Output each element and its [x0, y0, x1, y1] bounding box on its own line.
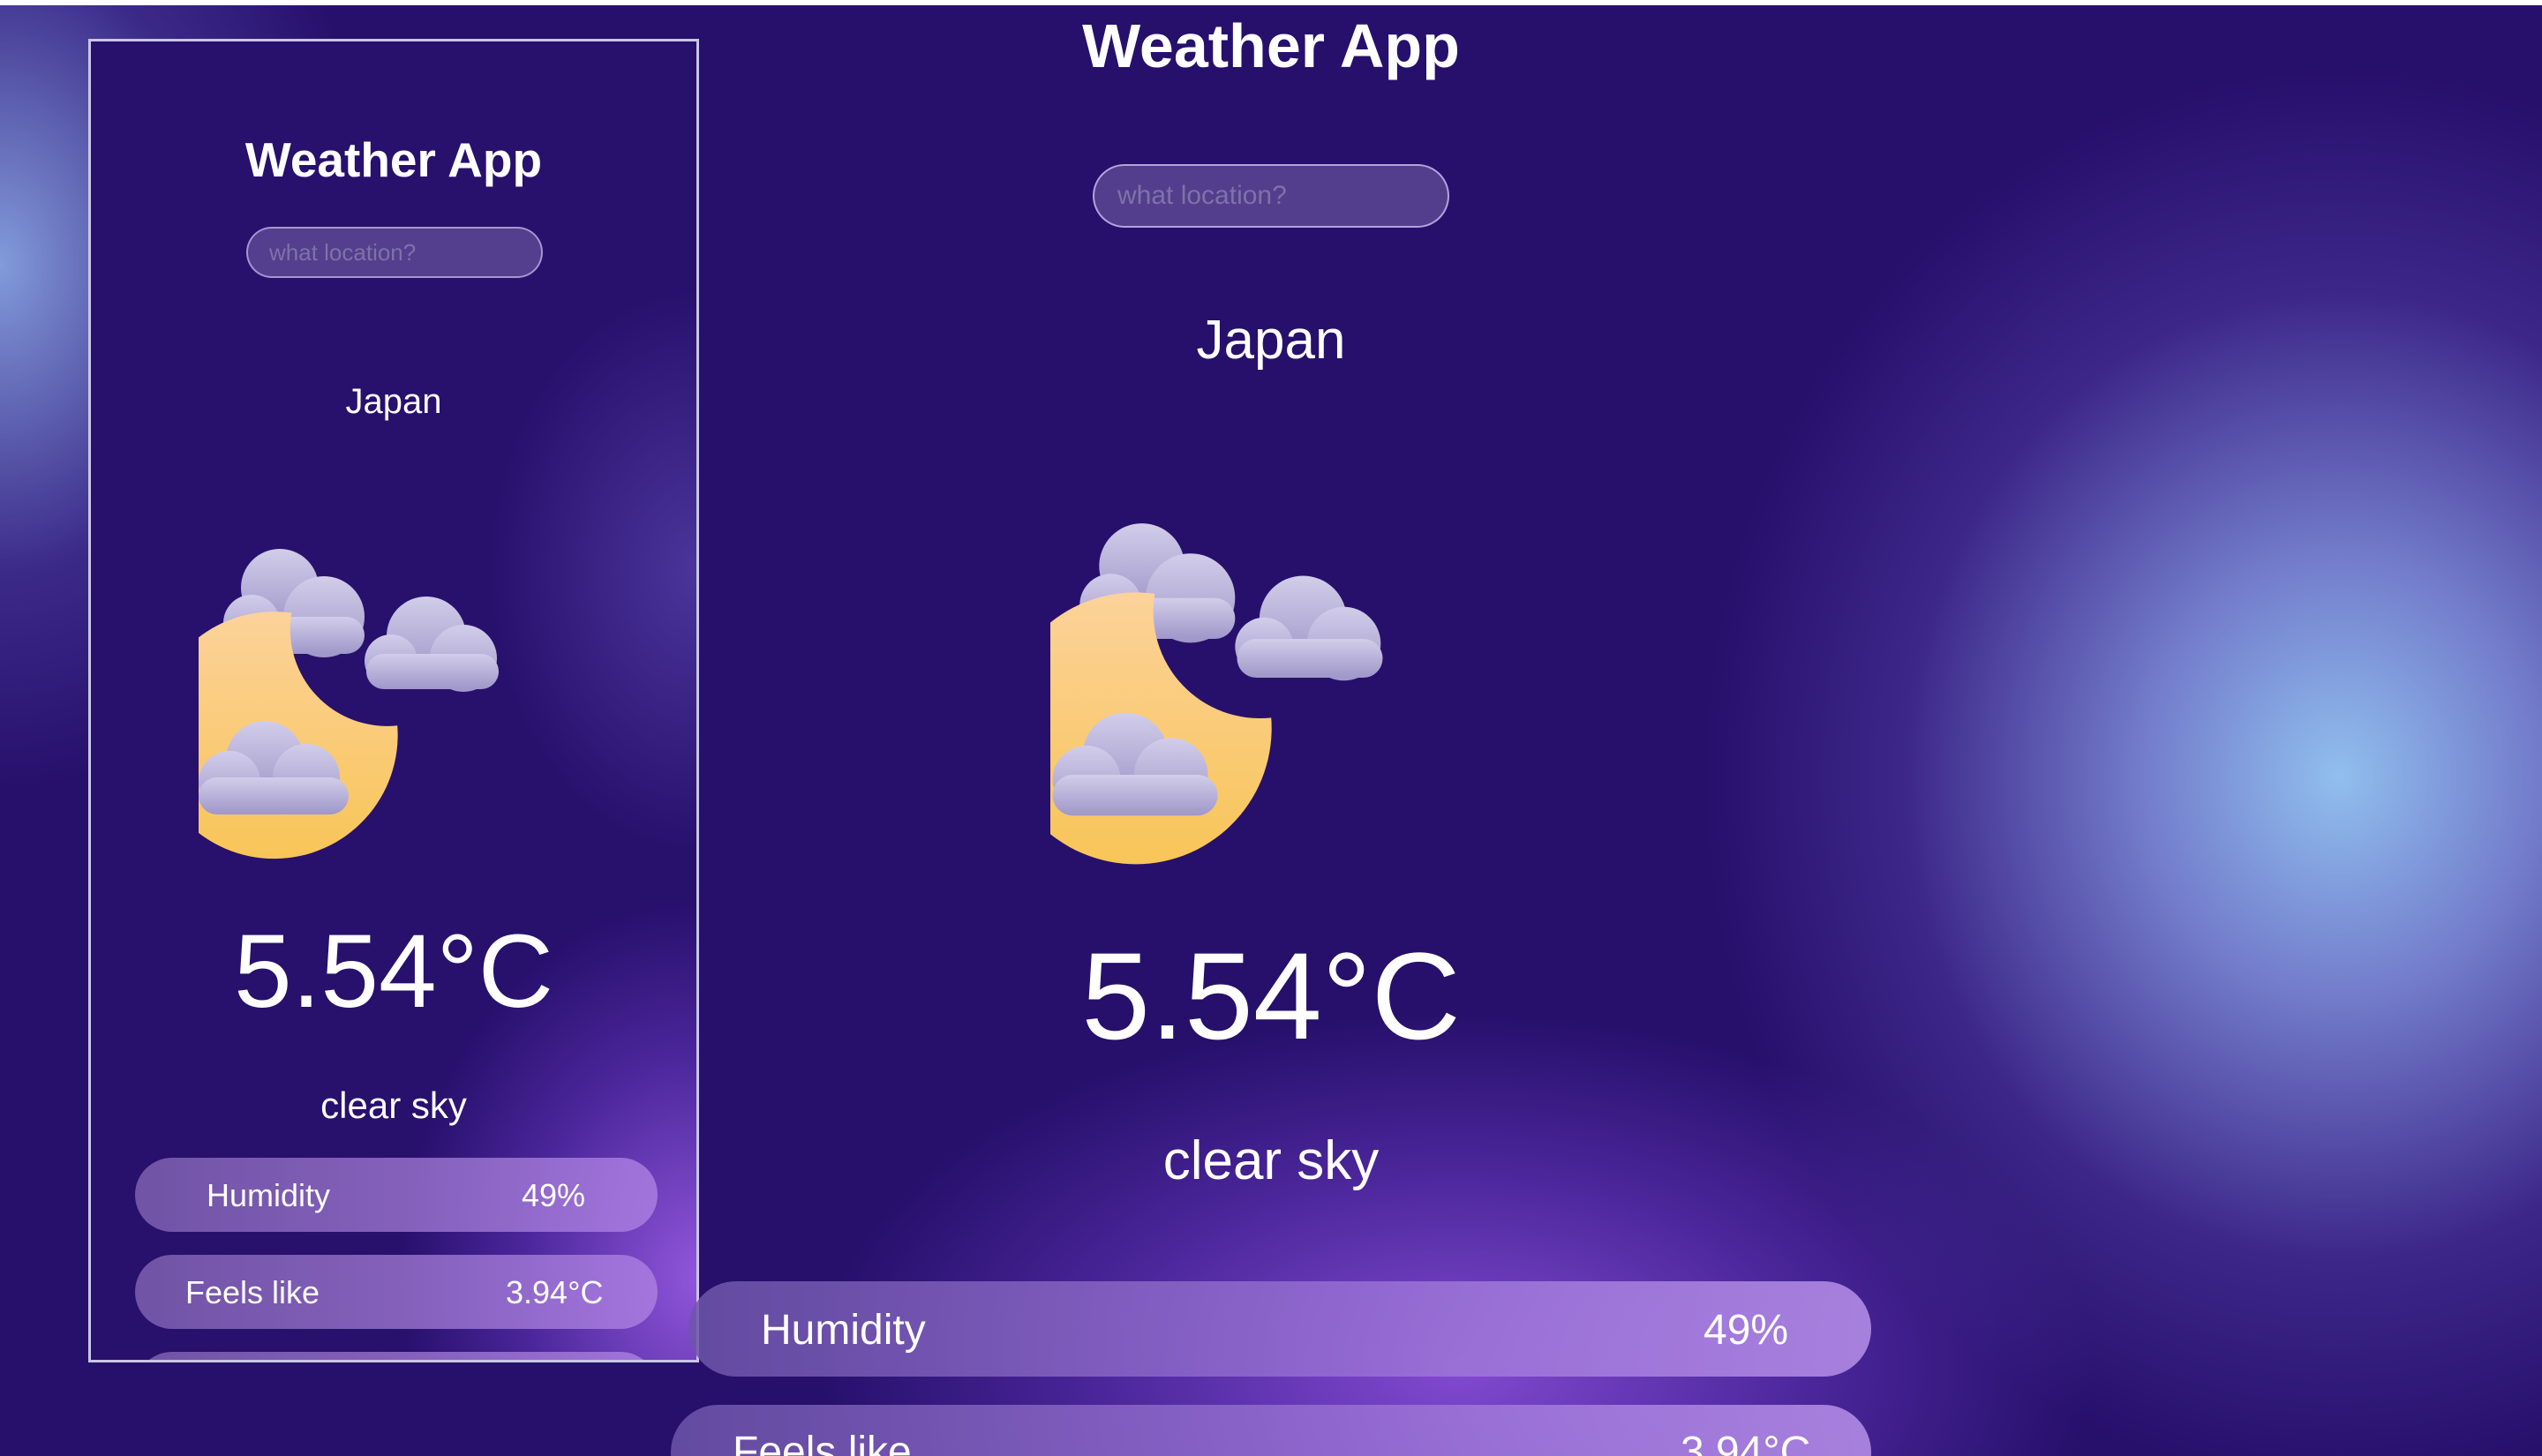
preview-feels-like-pill: Feels like 3.94°C [135, 1255, 658, 1329]
preview-temperature: 5.54°C [233, 913, 554, 1030]
mobile-preview-panel: Weather App Japan [88, 39, 699, 1362]
app-window: Weather App Japan [0, 0, 2542, 1456]
humidity-label: Humidity [207, 1177, 331, 1213]
preview-extra-pill [135, 1352, 658, 1360]
search-input[interactable] [1093, 164, 1449, 228]
preview-location-name: Japan [345, 382, 442, 421]
feels-like-value: 3.94°C [1681, 1429, 1811, 1456]
temperature: 5.54°C [1081, 927, 1461, 1065]
preview-search-input[interactable] [246, 227, 543, 278]
preview-humidity-pill: Humidity 49% [135, 1158, 658, 1232]
humidity-label: Humidity [761, 1307, 926, 1354]
feels-like-value: 3.94°C [506, 1274, 604, 1310]
moon-clouds-icon [999, 484, 1492, 872]
preview-weather-description: clear sky [320, 1084, 467, 1126]
humidity-pill: Humidity 49% [688, 1281, 1871, 1377]
humidity-value: 49% [522, 1177, 586, 1213]
location-name: Japan [1196, 310, 1346, 371]
moon-clouds-icon [150, 513, 596, 866]
weather-description: clear sky [1162, 1130, 1380, 1191]
page-title: Weather App [1082, 11, 1460, 80]
preview-app-title: Weather App [244, 132, 543, 187]
feels-like-label: Feels like [733, 1429, 912, 1456]
feels-like-pill: Feels like 3.94°C [671, 1405, 1871, 1456]
window-top-edge [0, 0, 2542, 5]
feels-like-label: Feels like [185, 1274, 320, 1310]
humidity-value: 49% [1703, 1307, 1789, 1354]
